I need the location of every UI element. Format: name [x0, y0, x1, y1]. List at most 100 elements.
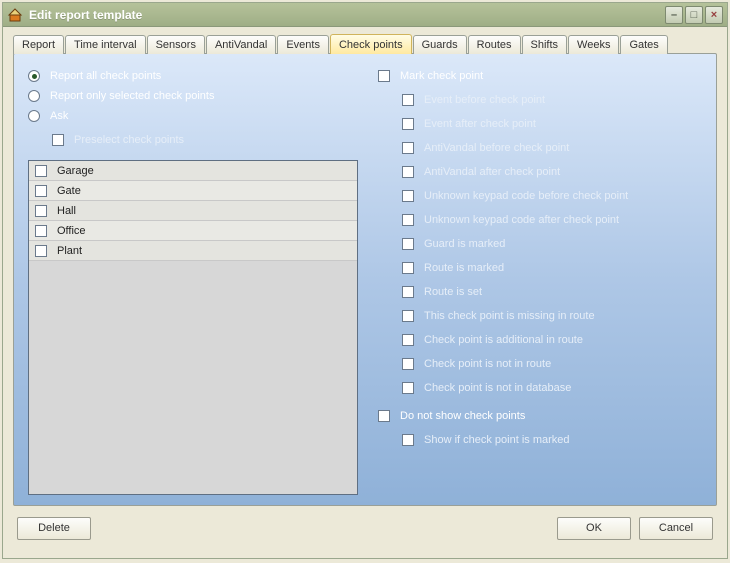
- mode-label-1: Report only selected check points: [50, 90, 214, 102]
- mark-option-10: Check point is additional in route: [378, 330, 702, 350]
- right-column: Mark check point Event before check poin…: [378, 66, 702, 495]
- mark-option-label-4: Unknown keypad code before check point: [424, 190, 628, 202]
- mark-option-label-9: This check point is missing in route: [424, 310, 595, 322]
- mode-option-2: Ask: [28, 106, 358, 126]
- mode-radio-2[interactable]: [28, 110, 40, 122]
- mark-option-label-10: Check point is additional in route: [424, 334, 583, 346]
- mark-option-9: This check point is missing in route: [378, 306, 702, 326]
- mark-option-label-0: Event before check point: [424, 94, 545, 106]
- list-item-checkbox[interactable]: [35, 185, 47, 197]
- list-item-checkbox[interactable]: [35, 165, 47, 177]
- mark-option-2: AntiVandal before check point: [378, 138, 702, 158]
- tab-check-points: Report all check points Report only selec…: [13, 53, 717, 506]
- mark-row: Mark check point: [378, 66, 702, 86]
- list-item-checkbox[interactable]: [35, 225, 47, 237]
- list-item-label: Gate: [57, 185, 81, 197]
- show-if-marked-row: Show if check point is marked: [378, 430, 702, 450]
- titlebar: Edit report template – □ ×: [3, 3, 727, 27]
- mark-option-checkbox-5[interactable]: [402, 214, 414, 226]
- mark-option-label-8: Route is set: [424, 286, 482, 298]
- mark-checkbox[interactable]: [378, 70, 390, 82]
- mark-option-label-12: Check point is not in database: [424, 382, 571, 394]
- tabstrip: ReportTime intervalSensorsAntiVandalEven…: [13, 35, 717, 54]
- mark-option-checkbox-9[interactable]: [402, 310, 414, 322]
- list-item-label: Hall: [57, 205, 76, 217]
- mark-option-checkbox-6[interactable]: [402, 238, 414, 250]
- mark-option-5: Unknown keypad code after check point: [378, 210, 702, 230]
- list-item-checkbox[interactable]: [35, 245, 47, 257]
- dialog-window: Edit report template – □ × ReportTime in…: [2, 2, 728, 559]
- preselect-label: Preselect check points: [74, 134, 184, 146]
- tab-events[interactable]: Events: [277, 35, 329, 54]
- mark-option-4: Unknown keypad code before check point: [378, 186, 702, 206]
- show-if-marked-checkbox[interactable]: [402, 434, 414, 446]
- mark-option-checkbox-0[interactable]: [402, 94, 414, 106]
- mark-option-checkbox-4[interactable]: [402, 190, 414, 202]
- preselect-checkbox[interactable]: [52, 134, 64, 146]
- close-button[interactable]: ×: [705, 6, 723, 24]
- mode-radio-0[interactable]: [28, 70, 40, 82]
- mark-option-checkbox-3[interactable]: [402, 166, 414, 178]
- mark-option-checkbox-10[interactable]: [402, 334, 414, 346]
- tab-check-points[interactable]: Check points: [330, 34, 412, 54]
- list-item[interactable]: Plant: [29, 241, 357, 261]
- tab-routes[interactable]: Routes: [468, 35, 521, 54]
- checkpoint-list[interactable]: Garage Gate Hall Office Plant: [28, 160, 358, 495]
- footer: Delete OK Cancel: [13, 506, 717, 550]
- maximize-button[interactable]: □: [685, 6, 703, 24]
- mark-option-checkbox-12[interactable]: [402, 382, 414, 394]
- tab-report[interactable]: Report: [13, 35, 64, 54]
- mark-option-label-2: AntiVandal before check point: [424, 142, 569, 154]
- mark-option-0: Event before check point: [378, 90, 702, 110]
- mark-label: Mark check point: [400, 70, 483, 82]
- mark-option-label-3: AntiVandal after check point: [424, 166, 560, 178]
- mode-label-0: Report all check points: [50, 70, 161, 82]
- mark-option-11: Check point is not in route: [378, 354, 702, 374]
- tab-shifts[interactable]: Shifts: [522, 35, 568, 54]
- app-icon: [7, 7, 23, 23]
- mark-option-7: Route is marked: [378, 258, 702, 278]
- mark-option-6: Guard is marked: [378, 234, 702, 254]
- mode-label-2: Ask: [50, 110, 68, 122]
- mark-option-checkbox-2[interactable]: [402, 142, 414, 154]
- list-item-checkbox[interactable]: [35, 205, 47, 217]
- mode-option-1: Report only selected check points: [28, 86, 358, 106]
- tab-guards[interactable]: Guards: [413, 35, 467, 54]
- mark-option-label-11: Check point is not in route: [424, 358, 551, 370]
- mark-option-8: Route is set: [378, 282, 702, 302]
- list-item[interactable]: Office: [29, 221, 357, 241]
- list-item[interactable]: Garage: [29, 161, 357, 181]
- mark-option-checkbox-1[interactable]: [402, 118, 414, 130]
- mark-option-label-5: Unknown keypad code after check point: [424, 214, 619, 226]
- mark-option-label-7: Route is marked: [424, 262, 504, 274]
- list-item-label: Office: [57, 225, 86, 237]
- window-title: Edit report template: [29, 8, 665, 22]
- delete-button[interactable]: Delete: [17, 517, 91, 540]
- tab-gates[interactable]: Gates: [620, 35, 667, 54]
- mode-radio-1[interactable]: [28, 90, 40, 102]
- list-item[interactable]: Gate: [29, 181, 357, 201]
- preselect-row: Preselect check points: [28, 130, 358, 150]
- dont-show-checkbox[interactable]: [378, 410, 390, 422]
- mark-option-3: AntiVandal after check point: [378, 162, 702, 182]
- cancel-button[interactable]: Cancel: [639, 517, 713, 540]
- dont-show-label: Do not show check points: [400, 410, 525, 422]
- mark-option-checkbox-11[interactable]: [402, 358, 414, 370]
- dont-show-row: Do not show check points: [378, 406, 702, 426]
- minimize-button[interactable]: –: [665, 6, 683, 24]
- tab-sensors[interactable]: Sensors: [147, 35, 205, 54]
- tab-time-interval[interactable]: Time interval: [65, 35, 146, 54]
- tab-antivandal[interactable]: AntiVandal: [206, 35, 276, 54]
- show-if-marked-label: Show if check point is marked: [424, 434, 570, 446]
- tab-weeks[interactable]: Weeks: [568, 35, 619, 54]
- mark-option-12: Check point is not in database: [378, 378, 702, 398]
- list-item-label: Garage: [57, 165, 94, 177]
- ok-button[interactable]: OK: [557, 517, 631, 540]
- mark-option-label-1: Event after check point: [424, 118, 536, 130]
- mark-option-checkbox-7[interactable]: [402, 262, 414, 274]
- list-item-label: Plant: [57, 245, 82, 257]
- mark-option-label-6: Guard is marked: [424, 238, 505, 250]
- mark-option-checkbox-8[interactable]: [402, 286, 414, 298]
- mark-option-1: Event after check point: [378, 114, 702, 134]
- list-item[interactable]: Hall: [29, 201, 357, 221]
